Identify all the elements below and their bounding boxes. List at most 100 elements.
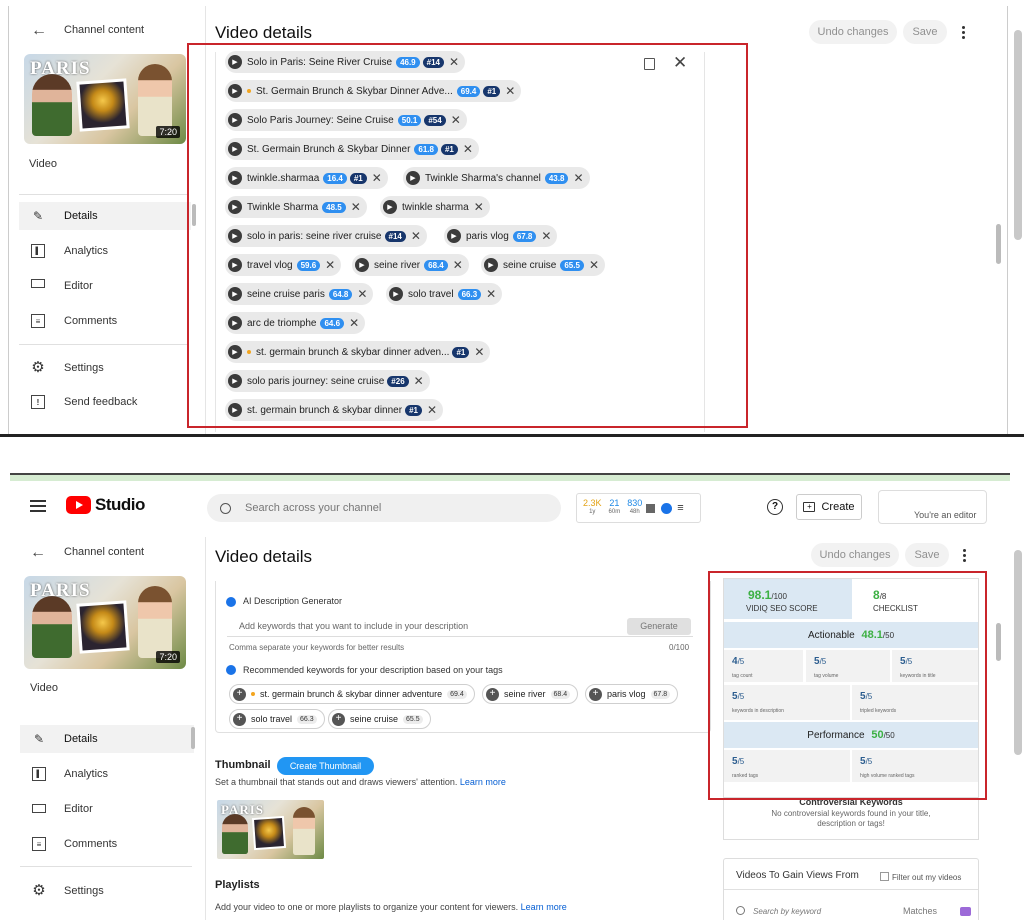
search-input[interactable]: Search across your channel — [245, 502, 381, 514]
character-counter: 0/100 — [669, 643, 690, 652]
controversial-card: Controversial Keywords No controversial … — [723, 795, 979, 840]
add-keyword-icon: + — [233, 687, 246, 701]
keyword-text: paris vlog — [607, 689, 646, 699]
playlists-learn-more-link[interactable]: Learn more — [521, 902, 567, 912]
keyword-text: st. germain brunch & skybar dinner adven… — [260, 689, 443, 699]
comments-icon: ≡ — [31, 314, 45, 328]
sidebar-item-analytics[interactable]: Analytics — [64, 768, 108, 780]
vidiq-stats-widget[interactable]: 2.3K 1y 21 60m 830 48h ≡ — [576, 493, 701, 523]
eiffel-tower-frame — [251, 815, 287, 851]
stat-views-48h: 830 48h — [627, 499, 642, 517]
back-arrow-icon[interactable]: ← — [30, 544, 46, 562]
thumbnail-title-text: PARIS — [30, 58, 91, 79]
save-button[interactable]: Save — [903, 20, 947, 44]
sidebar-item-settings[interactable]: Settings — [64, 362, 104, 374]
editor-icon — [32, 804, 46, 813]
channel-content-link[interactable]: Channel content — [64, 24, 144, 36]
menu-icon: ≡ — [677, 502, 684, 514]
help-icon[interactable]: ? — [767, 499, 783, 515]
vidiq-icon — [226, 597, 236, 607]
recommended-keyword-chip[interactable]: + seine river 68.4 — [482, 684, 579, 704]
add-keyword-icon: + — [486, 687, 499, 701]
more-options-icon[interactable] — [962, 549, 966, 562]
recommended-keyword-chip[interactable]: + st. germain brunch & skybar dinner adve… — [229, 684, 475, 704]
page-scrollbar[interactable] — [996, 623, 1001, 661]
undo-changes-button[interactable]: Undo changes — [811, 543, 899, 567]
thumbnail-learn-more-link[interactable]: Learn more — [460, 777, 506, 787]
thumbnail-title-text: PARIS — [30, 580, 91, 601]
add-keyword-icon: + — [589, 687, 602, 701]
recommended-keyword-chip[interactable]: + seine cruise 65.5 — [328, 709, 431, 729]
outer-scrollbar-top[interactable] — [1014, 30, 1022, 240]
gain-views-title: Videos To Gain Views From — [736, 870, 859, 881]
playlists-description: Add your video to one or more playlists … — [215, 902, 567, 912]
pencil-icon: ✎ — [32, 209, 44, 223]
logo-text: Studio — [95, 495, 145, 514]
sidebar-item-editor[interactable]: Editor — [64, 803, 93, 815]
sidebar-border — [205, 537, 206, 920]
add-keyword-icon: + — [332, 712, 345, 726]
back-arrow-icon[interactable]: ← — [31, 22, 47, 40]
stat-sub: 60m — [608, 509, 621, 515]
keyword-score: 67.8 — [650, 689, 671, 699]
thumbnail-title-text: PARIS — [221, 802, 265, 817]
ai-keywords-input[interactable]: Add keywords that you want to include in… — [227, 617, 693, 637]
star-indicator-icon — [251, 692, 255, 696]
create-button[interactable]: + Create — [796, 494, 862, 520]
keyword-text: seine cruise — [350, 714, 399, 724]
thumbnail-person-left — [32, 596, 72, 658]
page-title: Video details — [215, 547, 313, 566]
sidebar-item-settings[interactable]: Settings — [64, 885, 104, 897]
video-thumbnail[interactable]: PARIS 7:20 — [24, 54, 186, 144]
filter-checkbox[interactable] — [880, 872, 889, 881]
keyword-score: 68.4 — [550, 689, 571, 699]
save-button[interactable]: Save — [905, 543, 949, 567]
playlists-description-text: Add your video to one or more playlists … — [215, 902, 519, 912]
generate-button[interactable]: Generate — [627, 618, 691, 635]
gain-views-divider — [724, 889, 978, 890]
sidebar-item-details[interactable]: Details — [64, 733, 98, 745]
vidiq-logo-icon — [661, 502, 673, 514]
hamburger-menu-icon[interactable] — [30, 500, 46, 512]
ai-keywords-placeholder: Add keywords that you want to include in… — [239, 621, 469, 631]
channel-content-link[interactable]: Channel content — [64, 546, 144, 558]
thumbnail-option[interactable]: PARIS — [217, 800, 324, 859]
thumbnail-person-right — [293, 807, 315, 855]
account-box[interactable]: You're an editor — [878, 490, 987, 524]
matches-dropdown[interactable]: Matches — [903, 906, 937, 916]
stat-sub: 1y — [589, 509, 596, 515]
sidebar-item-send-feedback[interactable]: Send feedback — [64, 396, 137, 408]
keyword-score: 69.4 — [447, 689, 467, 699]
recommended-keyword-chip[interactable]: + solo travel 66.3 — [229, 709, 325, 729]
duration-badge: 7:20 — [156, 126, 180, 138]
video-thumbnail[interactable]: PARIS 7:20 — [24, 576, 186, 669]
sidebar-item-comments[interactable]: Comments — [64, 315, 117, 327]
thumbnail-description-text: Set a thumbnail that stands out and draw… — [215, 777, 458, 787]
keyword-score: 65.5 — [403, 714, 423, 724]
analytics-icon: ▌ — [32, 767, 46, 781]
comments-icon: ≡ — [32, 837, 46, 851]
sidebar-item-details[interactable]: Details — [64, 210, 98, 222]
sidebar-item-editor[interactable]: Editor — [64, 280, 93, 292]
recommended-keyword-chip[interactable]: + paris vlog 67.8 — [585, 684, 679, 704]
ai-generator-title: AI Description Generator — [243, 596, 343, 606]
stat-value: 21 — [609, 498, 620, 508]
sidebar-item-comments[interactable]: Comments — [64, 838, 117, 850]
sidebar-item-analytics[interactable]: Analytics — [64, 245, 108, 257]
playlists-section-title: Playlists — [215, 879, 260, 891]
page-scrollbar[interactable] — [996, 224, 1001, 264]
outer-scrollbar-bottom[interactable] — [1014, 550, 1022, 755]
more-options-icon[interactable] — [961, 26, 965, 39]
feedback-icon: ! — [31, 395, 45, 409]
undo-changes-button[interactable]: Undo changes — [809, 20, 897, 44]
create-thumbnail-button[interactable]: Create Thumbnail — [277, 757, 374, 775]
stat-value: 2.3K — [583, 498, 602, 508]
video-label: Video — [29, 158, 57, 170]
sidebar-divider — [20, 866, 192, 867]
sidebar-scrollbar[interactable] — [191, 727, 195, 749]
thumbnail-person-right — [138, 586, 172, 658]
channel-search[interactable]: Search across your channel — [207, 494, 561, 522]
keyword-text: solo travel — [251, 714, 293, 724]
keyword-search-input[interactable]: Search by keyword — [753, 907, 821, 916]
youtube-studio-logo[interactable]: Studio — [66, 495, 145, 515]
